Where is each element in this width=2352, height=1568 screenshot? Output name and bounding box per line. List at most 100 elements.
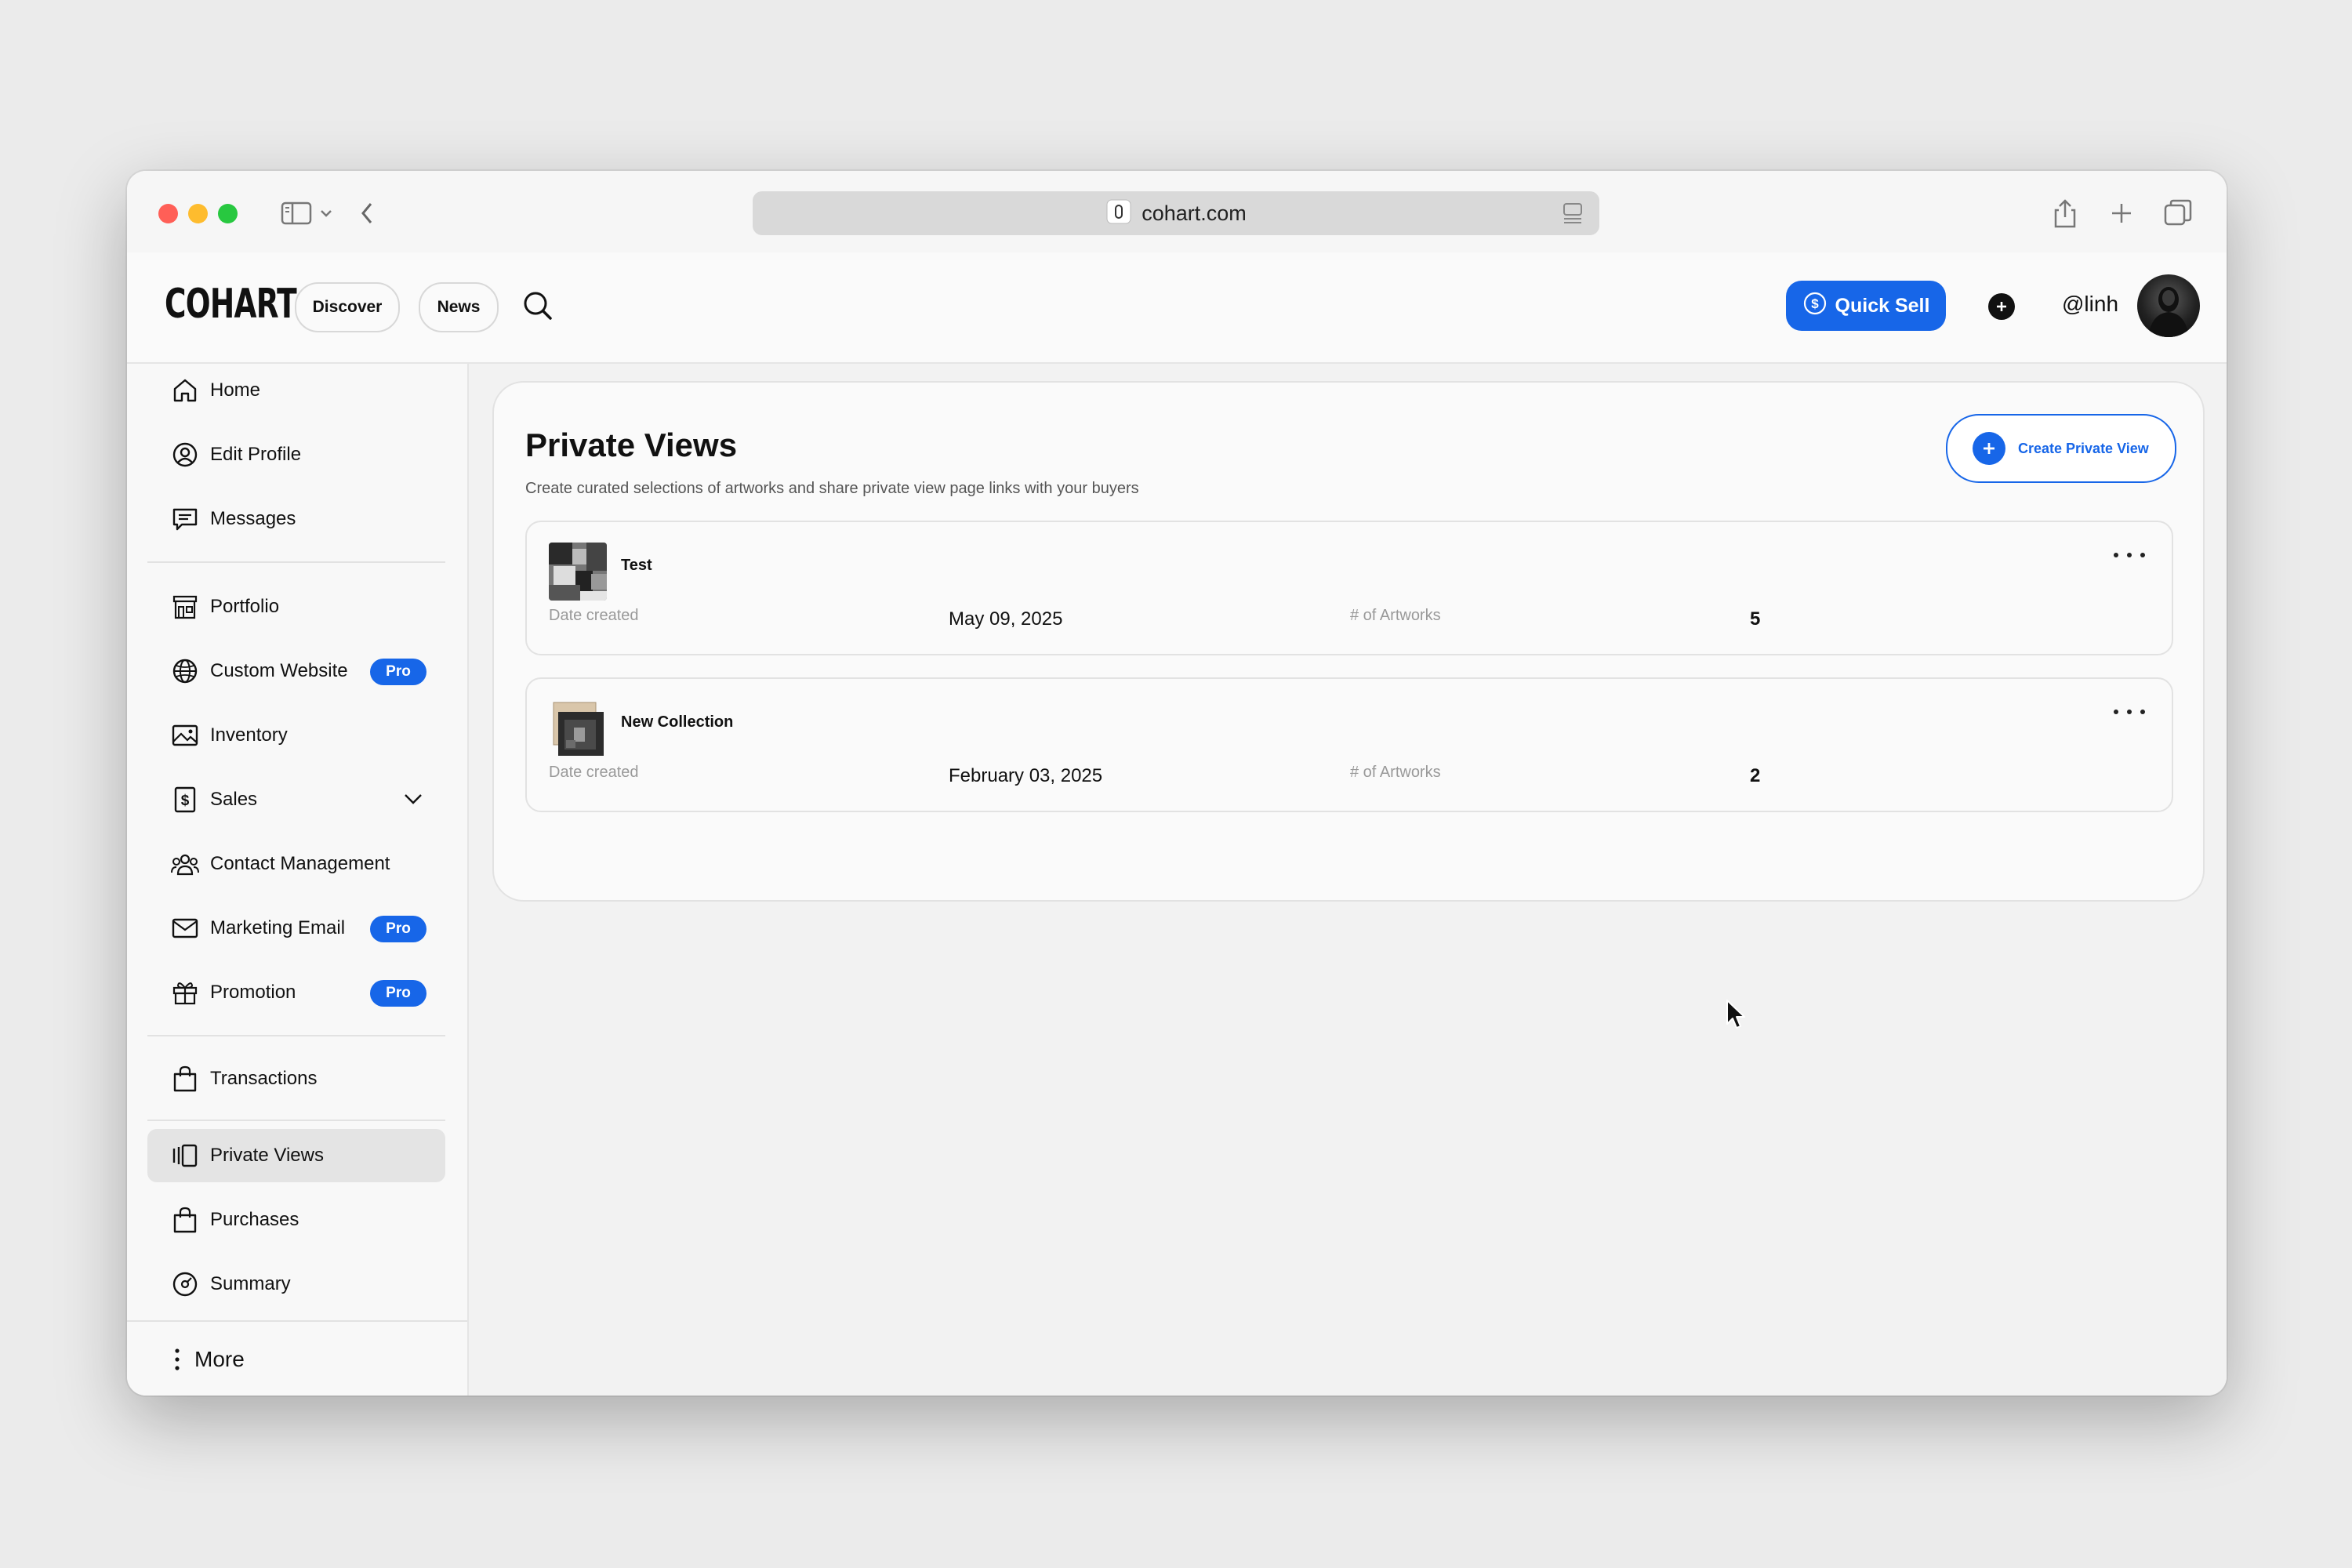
sidebar-item-label: Purchases xyxy=(210,1209,299,1230)
more-label: More xyxy=(194,1347,245,1371)
sidebar-item-transactions[interactable]: Transactions xyxy=(147,1052,445,1105)
quick-sell-button[interactable]: $ Quick Sell xyxy=(1786,281,1946,331)
sidebar-divider xyxy=(147,561,445,563)
sidebar-item-home[interactable]: Home xyxy=(147,364,445,417)
mouse-cursor-icon xyxy=(1725,999,1747,1034)
reader-icon[interactable] xyxy=(1562,201,1584,230)
quick-sell-label: Quick Sell xyxy=(1835,294,1930,317)
page-favicon-icon xyxy=(1105,198,1132,229)
mail-icon xyxy=(169,913,201,944)
dollar-doc-icon: $ xyxy=(169,784,201,815)
svg-text:$: $ xyxy=(181,793,190,809)
sidebar-item-custom-website[interactable]: Custom Website Pro xyxy=(147,644,445,698)
contacts-icon xyxy=(169,848,201,880)
sidebar-item-edit-profile[interactable]: Edit Profile xyxy=(147,428,445,481)
app-header: COHART Discover News $ Quick Sell @linh xyxy=(127,252,2227,364)
gauge-icon xyxy=(169,1269,201,1300)
sidebar-item-summary[interactable]: Summary xyxy=(147,1258,445,1311)
bag-icon xyxy=(169,1204,201,1236)
back-icon[interactable] xyxy=(348,194,386,232)
discover-button[interactable]: Discover xyxy=(295,282,400,332)
search-icon[interactable] xyxy=(519,287,557,325)
svg-text:$: $ xyxy=(1811,296,1819,311)
artwork-count-label: # of Artworks xyxy=(1350,764,1441,781)
private-view-row[interactable]: Test Date created May 09, 2025 # of Artw… xyxy=(525,521,2173,655)
new-tab-icon[interactable] xyxy=(2103,194,2140,232)
sidebar-item-label: Contact Management xyxy=(210,853,390,874)
tabs-overview-icon[interactable] xyxy=(2159,194,2197,232)
date-created-label: Date created xyxy=(549,607,639,624)
sidebar-item-label: Summary xyxy=(210,1273,291,1294)
date-created-label: Date created xyxy=(549,764,639,781)
cohart-logo[interactable]: COHART xyxy=(165,281,297,328)
sidebar-item-messages[interactable]: Messages xyxy=(147,492,445,546)
sidebar-item-sales[interactable]: $ Sales xyxy=(147,773,445,826)
chevron-down-icon[interactable] xyxy=(401,787,425,815)
user-circle-icon xyxy=(169,439,201,470)
sidebar-item-label: Marketing Email xyxy=(210,917,346,938)
add-icon[interactable] xyxy=(1988,293,2015,320)
share-icon[interactable] xyxy=(2046,194,2084,232)
sidebar-item-label: Portfolio xyxy=(210,596,280,617)
private-view-name: New Collection xyxy=(621,713,734,731)
more-button[interactable]: More xyxy=(127,1320,467,1396)
sidebar-item-contact-management[interactable]: Contact Management xyxy=(147,837,445,891)
storefront-icon xyxy=(169,591,201,622)
bag-icon xyxy=(169,1063,201,1094)
sidebar-item-label: Private Views xyxy=(210,1145,324,1166)
private-views-icon xyxy=(169,1140,201,1171)
maximize-window-button[interactable] xyxy=(218,204,238,223)
artwork-thumbnail xyxy=(549,699,607,757)
sidebar-item-private-views[interactable]: Private Views xyxy=(147,1129,445,1182)
sidebar-item-label: Home xyxy=(210,379,261,401)
artwork-count-label: # of Artworks xyxy=(1350,607,1441,624)
artwork-count-value: 2 xyxy=(1750,765,1761,786)
sidebar-divider xyxy=(147,1120,445,1121)
avatar[interactable] xyxy=(2137,274,2200,337)
sidebar-item-portfolio[interactable]: Portfolio xyxy=(147,580,445,633)
sidebar-item-label: Custom Website xyxy=(210,660,348,681)
sidebar-item-inventory[interactable]: Inventory xyxy=(147,709,445,762)
more-options-icon[interactable] xyxy=(2114,546,2145,564)
sidebar-toggle-icon[interactable] xyxy=(278,194,315,232)
address-bar[interactable]: cohart.com xyxy=(753,191,1599,235)
sidebar-item-label: Inventory xyxy=(210,724,288,746)
browser-toolbar: cohart.com xyxy=(127,171,2227,252)
private-view-row[interactable]: New Collection Date created February 03,… xyxy=(525,677,2173,812)
sidebar-item-label: Messages xyxy=(210,508,296,529)
create-private-view-button[interactable]: Create Private View xyxy=(1946,414,2176,483)
dollar-circle-icon: $ xyxy=(1802,291,1828,321)
more-options-icon[interactable] xyxy=(2114,702,2145,721)
sidebar-item-label: Sales xyxy=(210,789,258,810)
artwork-thumbnail xyxy=(549,543,607,601)
sidebar-item-label: Promotion xyxy=(210,982,296,1003)
private-views-card: Private Views Create curated selections … xyxy=(492,381,2205,902)
plus-icon xyxy=(1973,432,2005,465)
browser-window: cohart.com COHART Discover News $ Quick … xyxy=(127,171,2227,1396)
sidebar: Home Edit Profile Messages Portfolio Cus… xyxy=(127,364,469,1396)
sidebar-item-purchases[interactable]: Purchases xyxy=(147,1193,445,1247)
page-title: Private Views xyxy=(525,426,738,463)
pro-badge: Pro xyxy=(370,659,426,685)
date-created-value: May 09, 2025 xyxy=(949,608,1063,630)
main-content: Private Views Create curated selections … xyxy=(469,364,2227,1396)
sidebar-item-promotion[interactable]: Promotion Pro xyxy=(147,966,445,1019)
create-private-view-label: Create Private View xyxy=(2018,440,2149,456)
close-window-button[interactable] xyxy=(158,204,178,223)
gift-icon xyxy=(169,977,201,1008)
minimize-window-button[interactable] xyxy=(188,204,208,223)
artwork-count-value: 5 xyxy=(1750,608,1761,630)
sidebar-divider xyxy=(147,1035,445,1036)
sidebar-item-marketing-email[interactable]: Marketing Email Pro xyxy=(147,902,445,955)
globe-icon xyxy=(169,655,201,687)
news-button[interactable]: News xyxy=(419,282,499,332)
more-vertical-icon xyxy=(172,1347,182,1372)
chevron-down-icon[interactable] xyxy=(315,194,337,232)
sidebar-item-label: Edit Profile xyxy=(210,444,302,465)
username[interactable]: @linh xyxy=(2062,292,2118,317)
message-icon xyxy=(169,503,201,535)
private-view-name: Test xyxy=(621,557,652,574)
image-icon xyxy=(169,720,201,751)
pro-badge: Pro xyxy=(370,980,426,1007)
pro-badge: Pro xyxy=(370,916,426,942)
